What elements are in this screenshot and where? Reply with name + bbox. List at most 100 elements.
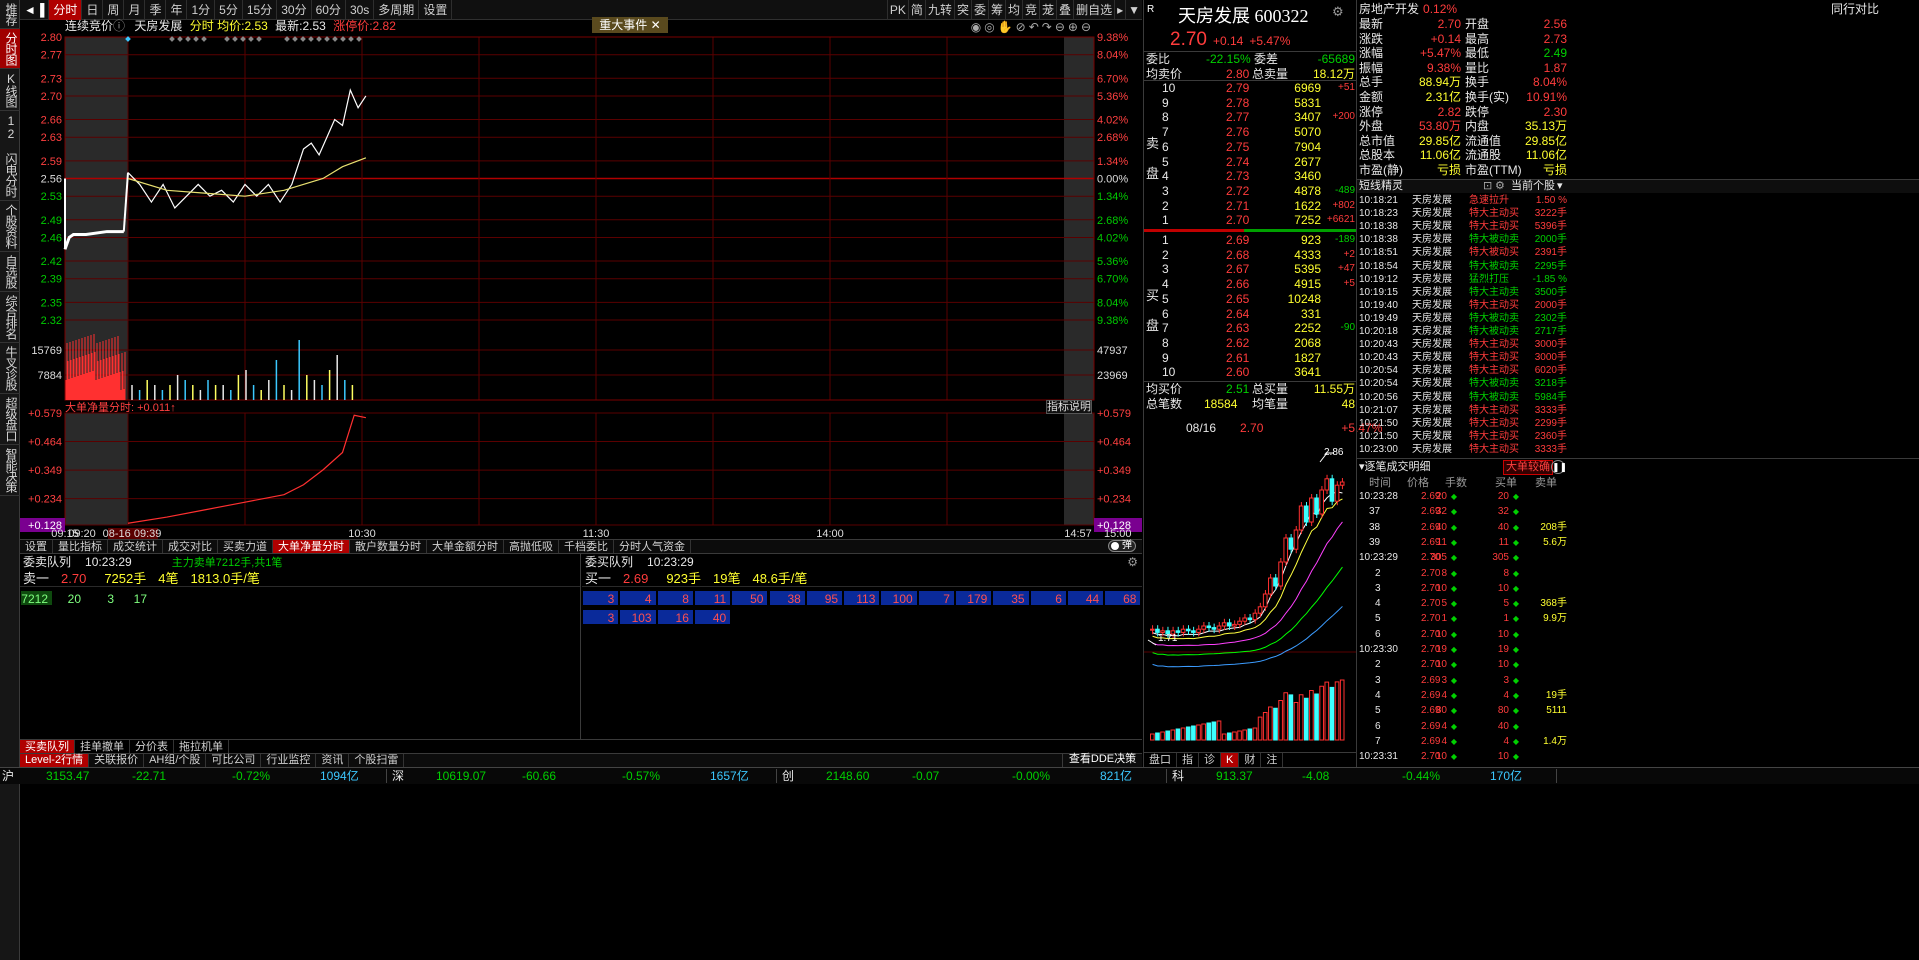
period-tab[interactable]: 15分 xyxy=(243,0,278,20)
settings-icon[interactable]: ⚙ xyxy=(1495,180,1505,193)
period-tab[interactable]: 60分 xyxy=(312,0,346,20)
period-tab[interactable]: 周 xyxy=(103,0,125,20)
kline-tab[interactable]: 诊 xyxy=(1199,753,1221,767)
kline-candle[interactable] xyxy=(1257,606,1263,614)
toolbar-item[interactable]: 茏 xyxy=(1039,0,1056,20)
kline-tab[interactable]: K xyxy=(1221,753,1240,767)
kline-candle[interactable] xyxy=(1201,625,1206,630)
toolbar-item[interactable]: 突 xyxy=(953,0,971,20)
kline-candle[interactable] xyxy=(1319,489,1324,515)
kline-candle[interactable] xyxy=(1288,537,1294,550)
short-elf-row[interactable]: 10:18:23 天房发展 特大主动买 3222手 xyxy=(1357,207,1569,220)
kline-tab[interactable]: 指 xyxy=(1177,753,1199,767)
kline-candle[interactable] xyxy=(1196,628,1201,633)
kline-candle[interactable] xyxy=(1293,529,1299,550)
kline-candle[interactable] xyxy=(1206,625,1212,629)
kline-candle[interactable] xyxy=(1150,628,1155,631)
toolbar-item[interactable]: 均 xyxy=(1005,0,1022,20)
short-elf-row[interactable]: 10:20:18 天房发展 特大被动卖 2717手 xyxy=(1357,325,1569,338)
kline-candle[interactable] xyxy=(1155,628,1160,633)
nav-item[interactable]: 个股资料 xyxy=(0,201,20,252)
kline-candle[interactable] xyxy=(1191,630,1196,633)
index-label[interactable]: 深 xyxy=(392,768,404,784)
nav-item[interactable]: 推荐 xyxy=(0,0,20,29)
settings-gear-icon[interactable]: ⚙ xyxy=(1127,554,1138,570)
order-level-row[interactable]: 3 2.67 5395 +47 xyxy=(1144,262,1357,277)
short-elf-row[interactable]: 10:20:43 天房发展 特大主动买 3000手 xyxy=(1357,338,1569,351)
kline-candle[interactable] xyxy=(1278,561,1283,587)
short-elf-row[interactable]: 10:19:12 天房发展 猛烈打压 -1.85 % xyxy=(1357,273,1569,286)
short-elf-dropdown[interactable]: 当前个股 xyxy=(1511,180,1555,193)
order-level-row[interactable]: 5 2.65 10248 xyxy=(1144,292,1357,307)
order-level-row[interactable]: 1 2.70 7252 +6621 xyxy=(1144,213,1357,228)
order-level-row[interactable]: 1 2.69 923 -189 xyxy=(1144,233,1357,248)
kline-candle[interactable] xyxy=(1324,478,1330,491)
indicator-tab[interactable]: 分时人气资金 xyxy=(614,540,691,554)
info-tab[interactable]: Level-2行情 xyxy=(20,754,90,767)
indicator-tab[interactable]: 设置 xyxy=(20,540,53,554)
pause-icon[interactable]: ❚❚ xyxy=(1551,460,1567,474)
popup-toggle[interactable]: 弹 xyxy=(1108,540,1136,552)
queue-tab[interactable]: 拖拉机单 xyxy=(174,740,229,754)
chevron-down-icon[interactable]: ▾ xyxy=(1557,180,1563,193)
dde-button[interactable]: 查看DDE决策 xyxy=(1062,753,1142,767)
kline-candle[interactable] xyxy=(1211,627,1217,630)
short-elf-row[interactable]: 10:19:49 天房发展 特大被动卖 2302手 xyxy=(1357,312,1569,325)
short-elf-row[interactable]: 10:20:54 天房发展 特大主动买 6020手 xyxy=(1357,364,1569,377)
kline-candle[interactable] xyxy=(1283,537,1289,563)
kline-tab[interactable]: 注 xyxy=(1261,753,1284,767)
sector-compare[interactable]: 同行对比 xyxy=(1831,2,1879,17)
short-elf-row[interactable]: 10:21:50 天房发展 特大主动买 2299手 xyxy=(1357,417,1569,430)
quote-settings-icon[interactable]: ⚙ xyxy=(1332,4,1344,20)
toolbar-expand-icon[interactable]: ▸ xyxy=(1114,0,1125,20)
nav-item[interactable]: 超级盘口 xyxy=(0,394,20,445)
short-elf-row[interactable]: 10:18:38 天房发展 特大主动买 5396手 xyxy=(1357,220,1569,233)
nav-item[interactable]: 牛叉诊股 xyxy=(0,343,20,394)
toolbar-item[interactable]: 竞 xyxy=(1022,0,1039,20)
kline-candle[interactable] xyxy=(1309,497,1314,523)
period-tab[interactable]: 设置 xyxy=(419,0,453,20)
nav-item[interactable]: 12 闪电分时 xyxy=(0,111,20,201)
info-tab[interactable]: 个股扫雷 xyxy=(349,754,405,767)
nav-item[interactable]: 智能决策 xyxy=(0,445,20,496)
indicator-tab[interactable]: 量比指标 xyxy=(53,540,108,554)
short-elf-row[interactable]: 10:18:21 天房发展 急速拉升 1.50 % xyxy=(1357,194,1569,207)
index-label[interactable]: 沪 xyxy=(2,768,14,784)
short-elf-row[interactable]: 10:23:00 天房发展 特大主动买 3333手 xyxy=(1357,443,1569,456)
nav-item[interactable]: 分时图 xyxy=(0,29,20,69)
order-level-row[interactable]: 9 2.61 1827 xyxy=(1144,351,1357,366)
kline-candle[interactable] xyxy=(1273,577,1278,587)
period-tab[interactable]: 日 xyxy=(82,0,104,20)
info-tab[interactable]: 关联报价 xyxy=(89,754,145,767)
order-level-row[interactable]: 4 2.73 3460 xyxy=(1144,169,1357,184)
order-level-row[interactable]: 6 2.75 7904 xyxy=(1144,140,1357,155)
kline-candle[interactable] xyxy=(1298,505,1304,531)
index-label[interactable]: 科 xyxy=(1172,768,1184,784)
kline-candle[interactable] xyxy=(1237,620,1242,625)
kline-candle[interactable] xyxy=(1268,577,1273,595)
short-elf-row[interactable]: 10:20:43 天房发展 特大主动买 3000手 xyxy=(1357,351,1569,364)
kline-candle[interactable] xyxy=(1247,617,1253,621)
kline-candle[interactable] xyxy=(1185,628,1191,632)
short-elf-row[interactable]: 10:21:07 天房发展 特大主动买 3333手 xyxy=(1357,404,1569,417)
index-label[interactable]: 创 xyxy=(782,768,794,784)
kline-candle[interactable] xyxy=(1314,497,1319,515)
nav-item[interactable]: K线图 xyxy=(0,69,20,111)
order-level-row[interactable]: 5 2.74 2677 xyxy=(1144,155,1357,170)
period-tab[interactable]: 多周期 xyxy=(374,0,420,20)
kline-candle[interactable] xyxy=(1226,622,1232,627)
order-level-row[interactable]: 8 2.62 2068 xyxy=(1144,336,1357,351)
order-level-row[interactable]: 8 2.77 3407 +200 xyxy=(1144,110,1357,125)
toolbar-item[interactable]: 筹 xyxy=(987,0,1005,20)
info-tab[interactable]: 资讯 xyxy=(316,754,350,767)
order-level-row[interactable]: 4 2.66 4915 +5 xyxy=(1144,277,1357,292)
short-elf-row[interactable]: 10:19:15 天房发展 特大主动卖 3500手 xyxy=(1357,286,1569,299)
indicator-tab[interactable]: 成交对比 xyxy=(163,540,218,554)
toolbar-item[interactable]: 删自选 xyxy=(1073,0,1114,20)
toolbar-item[interactable]: 委 xyxy=(970,0,988,20)
period-tab[interactable]: 30s xyxy=(346,0,375,20)
period-tab[interactable]: 1分 xyxy=(187,0,216,20)
period-tab[interactable]: 季 xyxy=(145,0,167,20)
order-level-row[interactable]: 7 2.76 5070 xyxy=(1144,125,1357,140)
info-tab[interactable]: 行业监控 xyxy=(261,754,317,767)
